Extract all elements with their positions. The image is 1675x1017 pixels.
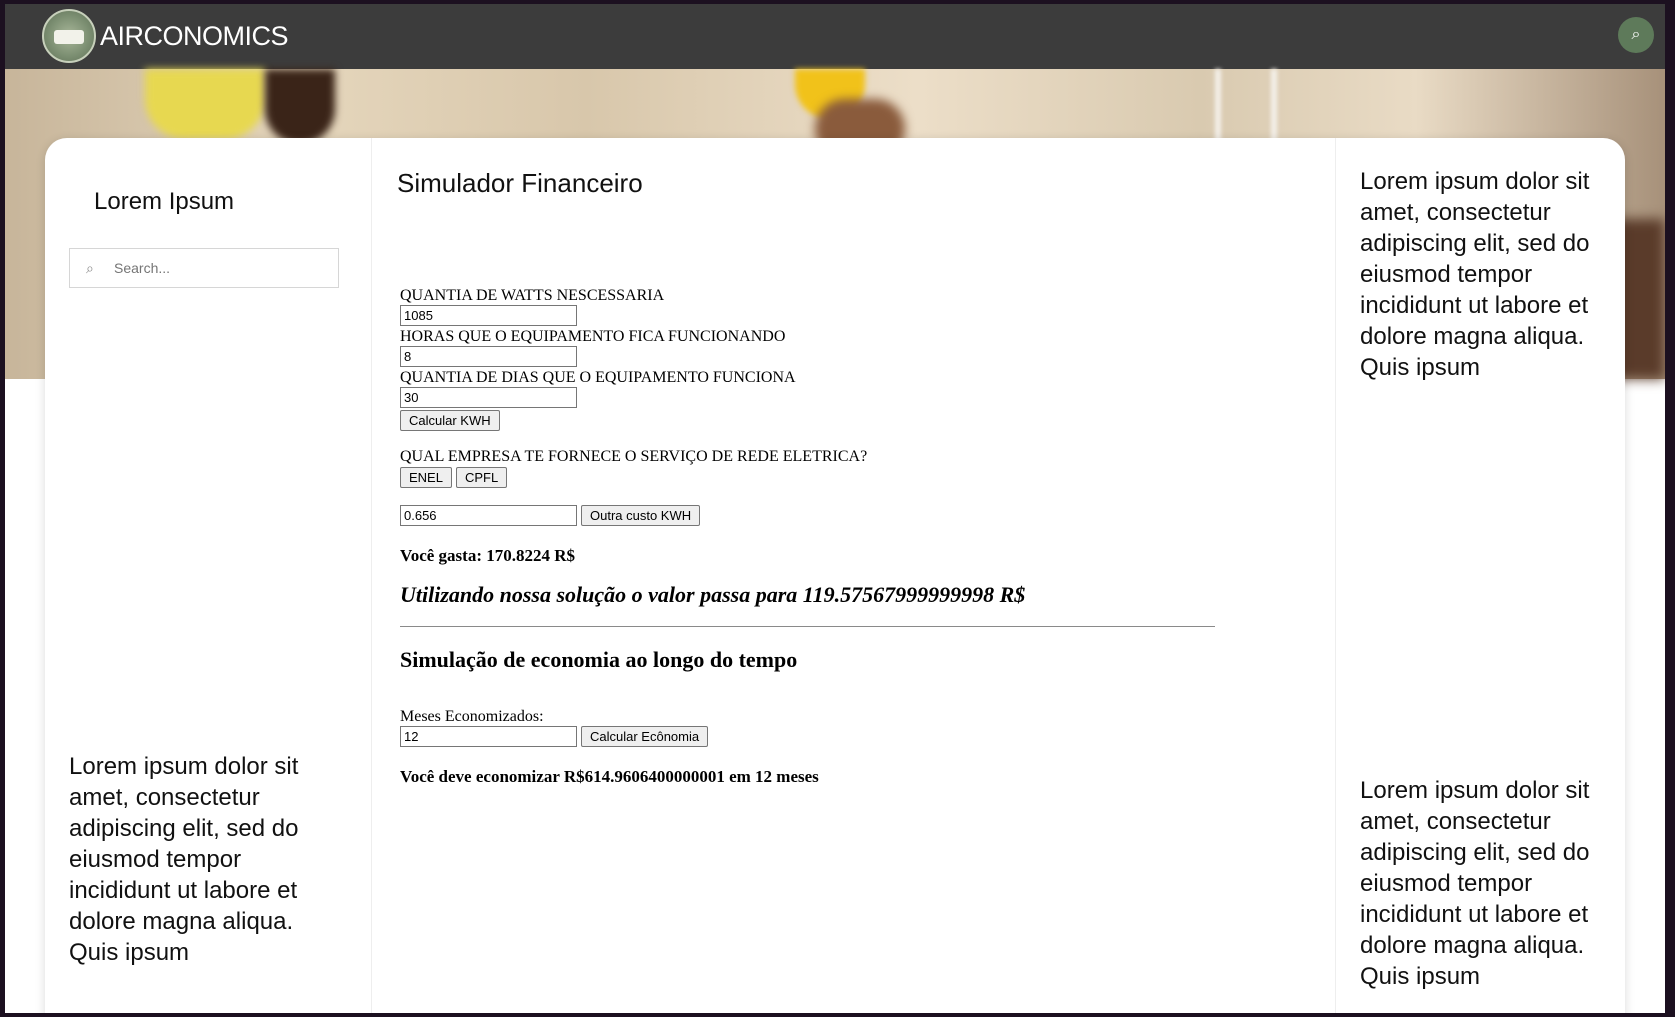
brand-logo-link[interactable]: AIRCONOMICS <box>42 7 289 65</box>
page-title: Simulador Financeiro <box>397 168 643 198</box>
hours-input[interactable] <box>400 346 577 367</box>
sidebar-text: Lorem ipsum dolor sit amet, consectetur … <box>69 753 299 966</box>
calculate-savings-button[interactable]: Calcular Ecônomia <box>581 726 709 747</box>
logo-icon <box>42 9 96 63</box>
search-icon: ⌕ <box>1631 26 1641 43</box>
watts-input[interactable] <box>400 305 577 326</box>
page: AIRCONOMICS ⌕ Lorem Ipsum ⌕ Lorem ipsum … <box>5 4 1665 1013</box>
days-label: QUANTIA DE DIAS QUE O EQUIPAMENTO FUNCIO… <box>400 369 796 386</box>
kwh-cost-input[interactable] <box>400 505 577 526</box>
sidebar-title: Lorem Ipsum <box>94 188 235 215</box>
content-card: Lorem Ipsum ⌕ Lorem ipsum dolor sit amet… <box>45 138 1625 1013</box>
search-input[interactable] <box>112 259 336 277</box>
search-button[interactable]: ⌕ <box>1618 17 1654 53</box>
days-input[interactable] <box>400 387 577 408</box>
months-input[interactable] <box>400 726 577 747</box>
cpfl-button[interactable]: CPFL <box>455 467 508 488</box>
months-label: Meses Economizados: <box>400 708 544 725</box>
savings-section-title: Simulação de economia ao longo do tempo <box>400 647 798 672</box>
right-text-bottom: Lorem ipsum dolor sit amet, consectetur … <box>1360 777 1590 990</box>
other-kwh-cost-button[interactable]: Outra custo KWH <box>581 505 701 526</box>
sidebar-search: ⌕ <box>69 248 339 288</box>
spend-result: Você gasta: 170.8224 R$ <box>400 546 576 565</box>
enel-button[interactable]: ENEL <box>400 467 452 488</box>
top-navbar: AIRCONOMICS ⌕ <box>5 4 1665 69</box>
divider <box>400 626 1215 627</box>
search-icon: ⌕ <box>86 259 94 276</box>
simulator-form: QUANTIA DE WATTS NESCESSARIA HORAS QUE O… <box>400 286 1220 787</box>
solution-result: Utilizando nossa solução o valor passa p… <box>400 582 1026 607</box>
main-content: Simulador Financeiro QUANTIA DE WATTS NE… <box>372 138 1334 1013</box>
savings-result: Você deve economizar R$614.9606400000001… <box>400 767 819 786</box>
right-text-top: Lorem ipsum dolor sit amet, consectetur … <box>1360 168 1590 381</box>
left-sidebar: Lorem Ipsum ⌕ Lorem ipsum dolor sit amet… <box>45 138 372 1013</box>
right-sidebar: Lorem ipsum dolor sit amet, consectetur … <box>1335 138 1626 1013</box>
company-question: QUAL EMPRESA TE FORNECE O SERVIÇO DE RED… <box>400 448 868 465</box>
watts-label: QUANTIA DE WATTS NESCESSARIA <box>400 287 665 304</box>
calculate-kwh-button[interactable]: Calcular KWH <box>400 410 500 431</box>
brand-name: AIRCONOMICS <box>100 20 289 51</box>
hours-label: HORAS QUE O EQUIPAMENTO FICA FUNCIONANDO <box>400 328 786 345</box>
